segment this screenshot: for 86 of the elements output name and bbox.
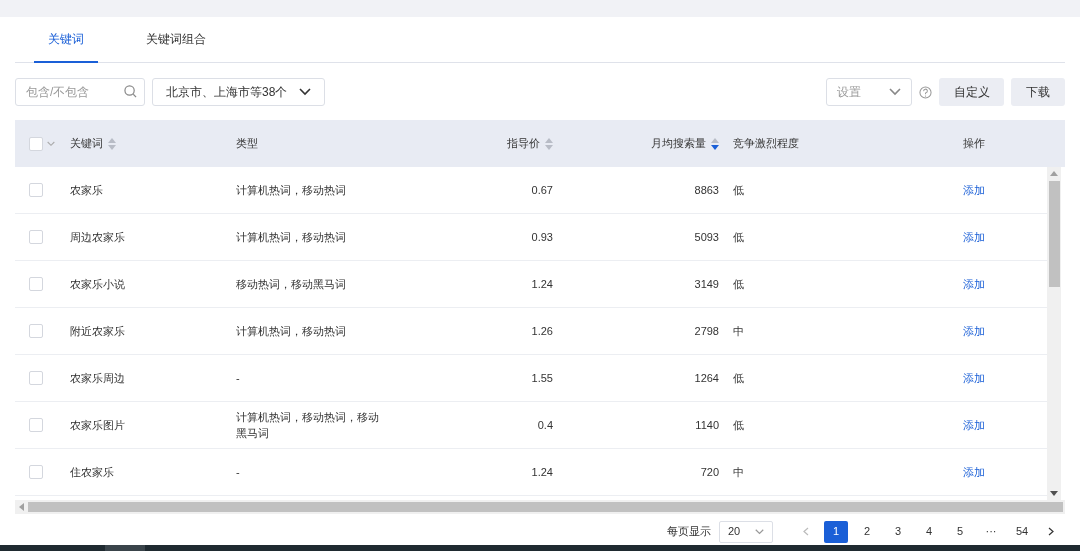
table-cell-text: 计算机热词，移动热词，移动黑马词: [236, 409, 380, 441]
add-link[interactable]: 添加: [962, 228, 985, 246]
table-cell-text: 1.24: [531, 464, 553, 480]
sort-icon[interactable]: [711, 137, 719, 150]
checkbox[interactable]: [29, 183, 43, 197]
table-cell-text: 3149: [694, 276, 719, 292]
table-cell-text: 移动热词，移动黑马词: [236, 276, 346, 292]
checkbox[interactable]: [29, 277, 43, 291]
table-cell-text: -: [236, 464, 240, 480]
column-header: 类型: [236, 136, 258, 152]
page-button[interactable]: 3: [886, 520, 910, 543]
tab[interactable]: 关键词: [34, 17, 98, 63]
table-cell-text: 计算机热词，移动热词: [236, 323, 346, 339]
checkbox[interactable]: [29, 371, 43, 385]
table-cell-text: 5093: [694, 229, 719, 245]
table-cell-text: 计算机热词，移动热词: [236, 229, 346, 245]
table-cell-text: -: [236, 370, 240, 386]
vertical-scrollbar[interactable]: [1047, 167, 1061, 500]
table-cell-text: 计算机热词，移动热词: [236, 182, 346, 198]
page-button[interactable]: 1: [824, 520, 848, 543]
region-select[interactable]: 北京市、上海市等38个: [152, 78, 325, 106]
table-cell-text: 2798: [694, 323, 719, 339]
add-link[interactable]: 添加: [962, 275, 985, 293]
table-cell-text: 农家乐小说: [70, 276, 125, 292]
table-cell-text: 1.55: [531, 370, 553, 386]
toolbar-button[interactable]: 自定义: [939, 78, 1004, 106]
page-button[interactable]: 4: [917, 520, 941, 543]
table-cell-text: 720: [700, 464, 719, 480]
search-field[interactable]: 包含/不包含: [15, 78, 145, 106]
checkbox[interactable]: [29, 465, 43, 479]
table-cell-text: 0.67: [531, 182, 553, 198]
page-button[interactable]: 2: [855, 520, 879, 543]
chevron-down-icon: [299, 88, 311, 96]
scroll-left-icon[interactable]: [19, 503, 25, 511]
add-link[interactable]: 添加: [962, 181, 985, 199]
table-cell-text: 中: [733, 323, 744, 339]
scroll-up-icon[interactable]: [1050, 171, 1058, 177]
table-cell-text: 0.93: [531, 229, 553, 245]
page-button[interactable]: 54: [1010, 520, 1034, 543]
table-cell-text: 低: [733, 370, 744, 386]
chevron-down-icon: [47, 139, 55, 148]
column-header: 操作: [962, 136, 985, 152]
checkbox[interactable]: [29, 324, 43, 338]
table-cell-text: 低: [733, 276, 744, 292]
table-cell-text: 1.26: [531, 323, 553, 339]
checkbox[interactable]: [29, 136, 43, 151]
chevron-down-icon: [755, 527, 764, 536]
column-header: 月均搜索量: [651, 136, 706, 152]
table-cell-text: 附近农家乐: [70, 323, 125, 339]
table-cell-text: 农家乐图片: [70, 417, 125, 433]
previous-page-icon[interactable]: [803, 527, 809, 536]
next-page-icon[interactable]: [1048, 527, 1054, 536]
table-cell-text: 低: [733, 182, 744, 198]
checkbox[interactable]: [29, 230, 43, 244]
table-cell-text: 8863: [694, 182, 719, 198]
checkbox[interactable]: [29, 418, 43, 432]
table-cell-text: 农家乐周边: [70, 370, 125, 386]
table-cell-text: 1.24: [531, 276, 553, 292]
add-link[interactable]: 添加: [962, 463, 985, 481]
table-cell-text: 周边农家乐: [70, 229, 125, 245]
page-size-label: 每页显示: [667, 524, 711, 540]
column-header: 指导价: [507, 136, 540, 152]
tab[interactable]: 关键词组合: [132, 17, 220, 63]
table-cell-text: 0.4: [537, 417, 553, 433]
page-button[interactable]: ···: [979, 520, 1003, 543]
column-header: 关键词: [70, 136, 103, 152]
taskbar-button[interactable]: [105, 545, 145, 551]
table-cell-text: 低: [733, 417, 744, 433]
add-link[interactable]: 添加: [962, 322, 985, 340]
chevron-down-icon: [889, 88, 901, 96]
table-cell-text: 农家乐: [70, 182, 103, 198]
search-icon: [124, 85, 137, 98]
toolbar-button[interactable]: 下载: [1011, 78, 1065, 106]
add-link[interactable]: 添加: [962, 416, 985, 434]
help-icon[interactable]: [919, 85, 932, 99]
table-cell-text: 中: [733, 464, 744, 480]
table-cell-text: 住农家乐: [70, 464, 114, 480]
horizontal-scrollbar[interactable]: [15, 500, 1065, 514]
table-cell-text: 低: [733, 229, 744, 245]
column-header: 竞争激烈程度: [733, 136, 799, 152]
table-cell-text: 1140: [695, 417, 719, 433]
page-size-select[interactable]: 20: [719, 520, 773, 543]
page-button[interactable]: 5: [948, 520, 972, 543]
add-link[interactable]: 添加: [962, 369, 985, 387]
table-cell-text: 1264: [694, 370, 719, 386]
scroll-down-icon[interactable]: [1050, 490, 1058, 496]
